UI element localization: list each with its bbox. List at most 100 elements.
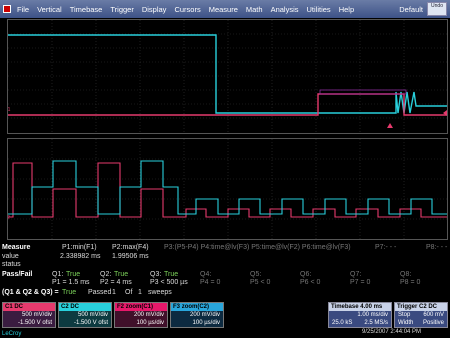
param-p2-value: 1.99506 ms <box>112 253 149 260</box>
trigger-level: 600 mV <box>423 312 444 318</box>
channel-c2-box[interactable]: C2 DC 500 mV/div -1.500 V ofst <box>58 302 112 328</box>
c1-trace <box>8 93 447 116</box>
c2-tag: DC <box>70 304 80 310</box>
q2-name[interactable]: Q2: <box>100 271 111 278</box>
q5-cond: P5 < 0 <box>250 279 271 286</box>
param-p7-name[interactable]: P7:- - - <box>375 244 396 251</box>
q4-name[interactable]: Q4: <box>200 271 211 278</box>
datetime: 9/25/2007 2:44:04 PM <box>362 329 422 335</box>
channel-f2-box[interactable]: F2 zoom(C1) 200 mV/div 100 µs/div <box>114 302 168 328</box>
c2-trace <box>8 34 447 114</box>
q8-cond: P8 = 0 <box>400 279 421 286</box>
menu-trigger[interactable]: Trigger <box>106 5 137 14</box>
trigger-box[interactable]: Trigger C2 DC Stop 600 mV Width Positive <box>394 302 448 328</box>
undo-button[interactable]: Undo <box>427 2 447 16</box>
param-p8-name[interactable]: P8:- - - <box>426 244 447 251</box>
measure-panel: Measure value status P1:min(F1) 2.338982… <box>0 244 450 296</box>
menu-cursors[interactable]: Cursors <box>170 5 204 14</box>
default-button[interactable]: Default <box>395 5 427 14</box>
channel-c1-box[interactable]: C1 DC 500 mV/div -1.500 V ofst <box>2 302 56 328</box>
channel-f3-box[interactable]: F3 zoom(C2) 200 mV/div 100 µs/div <box>170 302 224 328</box>
zoom-grid-svg: F2 <box>8 139 447 239</box>
c1-tag: DC <box>14 304 24 310</box>
trigger-marker-icon <box>387 123 393 128</box>
zoom-waveform-grid[interactable]: F2 <box>7 138 448 240</box>
timebase-label: Timebase <box>331 304 359 310</box>
lecroy-logo-icon <box>3 5 11 13</box>
trigger-tag: C2 DC <box>419 304 438 310</box>
q8-name[interactable]: Q8: <box>400 271 411 278</box>
menu-vertical[interactable]: Vertical <box>33 5 66 14</box>
c1-scale: 500 mV/div <box>21 312 52 318</box>
f3-timescale: 100 µs/div <box>192 320 220 326</box>
q6-cond: P6 < 0 <box>300 279 321 286</box>
c2-label: C2 <box>61 304 69 310</box>
f3-tag: zoom(C2) <box>181 304 210 310</box>
status-bar: C1 DC 500 mV/div -1.500 V ofst C2 DC 500… <box>0 300 450 338</box>
sweeps-label: sweeps <box>148 289 172 296</box>
f3-label: F3 <box>173 304 181 310</box>
menu-measure[interactable]: Measure <box>205 5 242 14</box>
param-p1-name[interactable]: P1:min(F1) <box>62 244 97 251</box>
passed-count: 1 <box>112 289 116 296</box>
q3-cond: P3 < 500 µs <box>150 279 188 286</box>
q1-cond: P1 = 1.5 ms <box>52 279 90 286</box>
passfail-summary-label: (Q1 & Q2 & Q3) = <box>2 289 59 296</box>
q7-name[interactable]: Q7: <box>350 271 361 278</box>
c1-label: C1 <box>5 304 13 310</box>
trigger-mode: Stop <box>398 312 411 318</box>
menu-utilities[interactable]: Utilities <box>303 5 335 14</box>
c2-scale: 500 mV/div <box>77 312 108 318</box>
q6-name[interactable]: Q6: <box>300 271 311 278</box>
measure-value-label: value <box>2 253 19 260</box>
trigger-label: Trigger <box>397 304 418 310</box>
main-grid-svg: C1 <box>8 20 447 133</box>
menu-math[interactable]: Math <box>242 5 267 14</box>
c2-ground-marker: C1 <box>8 107 11 113</box>
timebase-scale: 1.00 ms/div <box>357 312 388 318</box>
q2-cond: P2 = 4 ms <box>100 279 132 286</box>
param-p3-p6-name[interactable]: P3:(P5-P4) P4:time@lv(F3) P5:time@lv(F2)… <box>164 244 351 251</box>
measure-title: Measure <box>2 244 31 251</box>
menu-analysis[interactable]: Analysis <box>267 5 303 14</box>
passed-label: Passed <box>88 289 112 296</box>
timebase-box[interactable]: Timebase 4.00 ms 1.00 ms/div 25.0 kS 2.5… <box>328 302 392 328</box>
trigger-type: Width <box>398 320 414 326</box>
total-count: 1 <box>138 289 142 296</box>
q4-cond: P4 = 0 <box>200 279 221 286</box>
f2-ground-marker: F2 <box>8 215 10 221</box>
q1-name[interactable]: Q1: <box>52 271 63 278</box>
q7-cond: P7 = 0 <box>350 279 371 286</box>
menu-bar: File Vertical Timebase Trigger Display C… <box>0 0 450 18</box>
timebase-samples: 25.0 kS <box>332 320 353 326</box>
timebase-rate: 2.5 MS/s <box>364 320 388 326</box>
c2-offset: -1.500 V ofst <box>73 320 108 326</box>
timebase-value: 4.00 ms <box>360 304 383 310</box>
menu-timebase[interactable]: Timebase <box>66 5 107 14</box>
f2-tag: zoom(C1) <box>125 304 154 310</box>
f3-scale: 200 mV/div <box>189 312 220 318</box>
f2-zoom-trace <box>8 162 447 218</box>
f2-scale: 200 mV/div <box>133 312 164 318</box>
param-p2-name[interactable]: P2:max(F4) <box>112 244 149 251</box>
q2-status: True <box>114 271 129 278</box>
q3-status: True <box>164 271 179 278</box>
trigger-slope: Positive <box>422 320 444 326</box>
f2-timescale: 100 µs/div <box>136 320 164 326</box>
main-waveform-grid[interactable]: C1 <box>7 19 448 134</box>
menu-file[interactable]: File <box>13 5 33 14</box>
passfail-title: Pass/Fail <box>2 271 33 278</box>
brand-logo: LeCroy <box>2 331 22 337</box>
passfail-summary-value: True <box>62 289 77 296</box>
of-label: Of <box>125 289 133 296</box>
q5-name[interactable]: Q5: <box>250 271 261 278</box>
f3-zoom-trace <box>8 160 447 215</box>
q3-name[interactable]: Q3: <box>150 271 161 278</box>
f2-label: F2 <box>117 304 125 310</box>
menu-help[interactable]: Help <box>335 5 358 14</box>
q1-status: True <box>66 271 81 278</box>
measure-status-label: status <box>2 261 21 268</box>
c1-offset: -1.500 V ofst <box>17 320 52 326</box>
param-p1-value: 2.338982 ms <box>60 253 101 260</box>
menu-display[interactable]: Display <box>138 5 171 14</box>
